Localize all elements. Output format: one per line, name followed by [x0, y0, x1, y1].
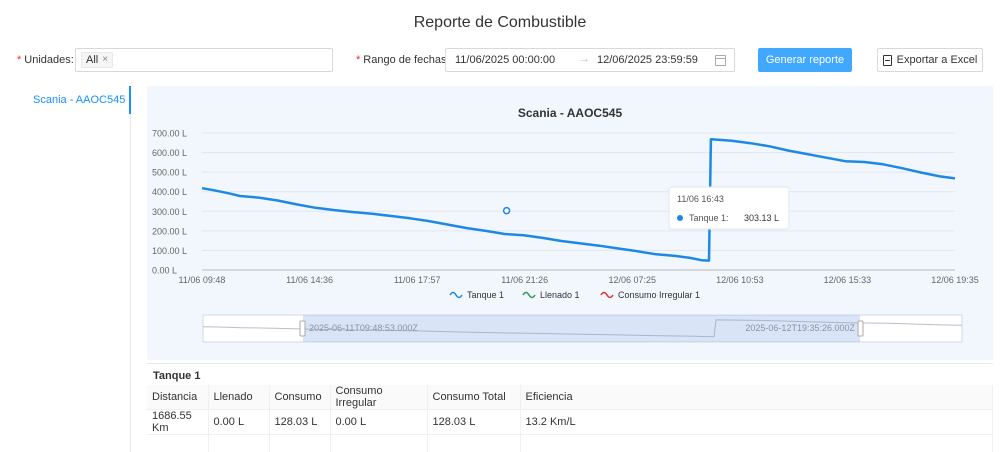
- units-tag-label: All: [86, 54, 99, 66]
- export-excel-button[interactable]: Exportar a Excel: [877, 48, 983, 72]
- legend-label: Llenado 1: [540, 290, 580, 300]
- x-tick-label: 11/06 21:26: [501, 275, 548, 285]
- table-cell-empty: [330, 434, 428, 452]
- y-tick-label: 300.00 L: [152, 207, 187, 217]
- x-tick-label: 11/06 17:57: [394, 275, 441, 285]
- report-content: Scania - AAOC545 0.00 L 100.00 L 200.00 L 30…: [147, 86, 993, 452]
- y-tick-label: 700.00 L: [152, 129, 187, 139]
- zoom-handle-right: [857, 320, 864, 337]
- date-range-picker[interactable]: 11/06/2025 00:00:00 → 12/06/2025 23:59:5…: [445, 48, 735, 72]
- column-header-consumo-irregular: Consumo Irregular: [330, 385, 428, 410]
- table-cell: 0.00 L: [330, 409, 428, 435]
- close-icon[interactable]: ×: [102, 53, 108, 67]
- legend-icon: [522, 291, 536, 299]
- legend-icon: [600, 291, 614, 299]
- hover-point: [502, 206, 511, 215]
- y-tick-label: 600.00 L: [152, 148, 187, 158]
- tooltip-series-dot: [677, 215, 683, 221]
- summary-panel: Tanque 1 Distancia Llenado Consumo Consu…: [147, 363, 993, 452]
- sidebar-item-scania-aaoc545[interactable]: Scania - AAOC545: [0, 86, 131, 114]
- x-tick-label: 12/06 10:53: [716, 275, 764, 285]
- tooltip-series-label: Tanque 1:: [689, 213, 729, 223]
- column-header-llenado: Llenado: [208, 385, 270, 410]
- x-tick-label: 11/06 14:36: [286, 275, 333, 285]
- units-label: * Unidades:: [17, 54, 74, 66]
- units-select[interactable]: All ×: [75, 48, 333, 72]
- summary-title: Tanque 1: [153, 370, 201, 382]
- y-tick-label: 100.00 L: [152, 246, 187, 256]
- fuel-chart[interactable]: Scania - AAOC545 0.00 L 100.00 L 200.00 L 30…: [147, 86, 993, 360]
- range-label-text: Rango de fechas: [363, 54, 447, 66]
- arrow-right-icon: →: [579, 53, 590, 65]
- file-export-icon: [882, 54, 892, 66]
- legend-label: Consumo Irregular 1: [618, 290, 700, 300]
- table-row-empty: [147, 434, 993, 452]
- table-cell: 1686.55 Km: [147, 409, 209, 435]
- summary-header-row: Distancia Llenado Consumo Consumo Irregu…: [147, 385, 993, 410]
- x-tick-label: 12/06 19:35: [931, 275, 979, 285]
- series-line-tanque-1: [201, 138, 956, 262]
- units-tag-all: All ×: [81, 52, 114, 68]
- calendar-icon[interactable]: [715, 55, 726, 66]
- table-cell-empty: [269, 434, 331, 452]
- column-header-distancia: Distancia: [147, 385, 209, 410]
- x-tick-label: 12/06 07:25: [609, 275, 657, 285]
- units-label-colon: :: [70, 54, 74, 66]
- y-tick-label: 400.00 L: [152, 187, 187, 197]
- table-cell: 13.2 Km/L: [520, 409, 993, 435]
- y-tick-label: 200.00 L: [152, 226, 187, 236]
- units-label-text: Unidades: [24, 54, 71, 66]
- legend-label: Tanque 1: [467, 290, 504, 300]
- required-mark: *: [17, 54, 22, 66]
- x-tick-label: 12/06 15:33: [824, 275, 872, 285]
- table-cell: 128.03 L: [427, 409, 521, 435]
- range-start-input[interactable]: 11/06/2025 00:00:00: [455, 54, 555, 66]
- column-header-consumo-total: Consumo Total: [427, 385, 521, 410]
- zoom-end-label: 2025-06-12T19:35:26.000Z: [745, 323, 855, 333]
- tooltip-value: 303.13 L: [744, 213, 779, 223]
- y-tick-label: 500.00 L: [152, 168, 187, 178]
- tooltip-title: 11/06 16:43: [677, 194, 724, 204]
- table-cell-empty: [427, 434, 521, 452]
- generate-report-button[interactable]: Generar reporte: [758, 48, 852, 72]
- zoom-handle-left: [299, 320, 306, 337]
- chart-panel: Scania - AAOC545 0.00 L 100.00 L 200.00 L 30…: [147, 86, 993, 360]
- table-cell-empty: [147, 434, 209, 452]
- table-cell: 128.03 L: [269, 409, 331, 435]
- range-end-input[interactable]: 12/06/2025 23:59:59: [597, 54, 698, 66]
- column-header-eficiencia: Eficiencia: [520, 385, 993, 410]
- filter-bar: *Unidades: All× *Rango de fechas: 11/06/…: [0, 48, 1000, 74]
- table-cell: 0.00 L: [208, 409, 270, 435]
- legend-icon: [449, 291, 463, 299]
- required-mark: *: [356, 54, 361, 66]
- export-excel-label: Exportar a Excel: [896, 54, 978, 66]
- y-tick-label: 0.00 L: [152, 266, 177, 276]
- x-tick-label: 11/06 09:48: [179, 275, 226, 285]
- zoom-start-label: 2025-06-11T09:48:53.000Z: [309, 323, 418, 333]
- summary-table: Distancia Llenado Consumo Consumo Irregu…: [147, 385, 993, 452]
- unit-sidebar: Scania - AAOC545: [0, 86, 131, 452]
- table-cell-empty: [208, 434, 270, 452]
- table-row: 1686.55 Km 0.00 L 128.03 L 0.00 L 128.03…: [147, 409, 993, 435]
- page-title: Reporte de Combustible: [413, 14, 587, 31]
- column-header-consumo: Consumo: [269, 385, 331, 410]
- table-cell-empty: [520, 434, 993, 452]
- range-label: *Rango de fechas:: [356, 54, 450, 66]
- chart-title: Scania - AAOC545: [518, 106, 623, 120]
